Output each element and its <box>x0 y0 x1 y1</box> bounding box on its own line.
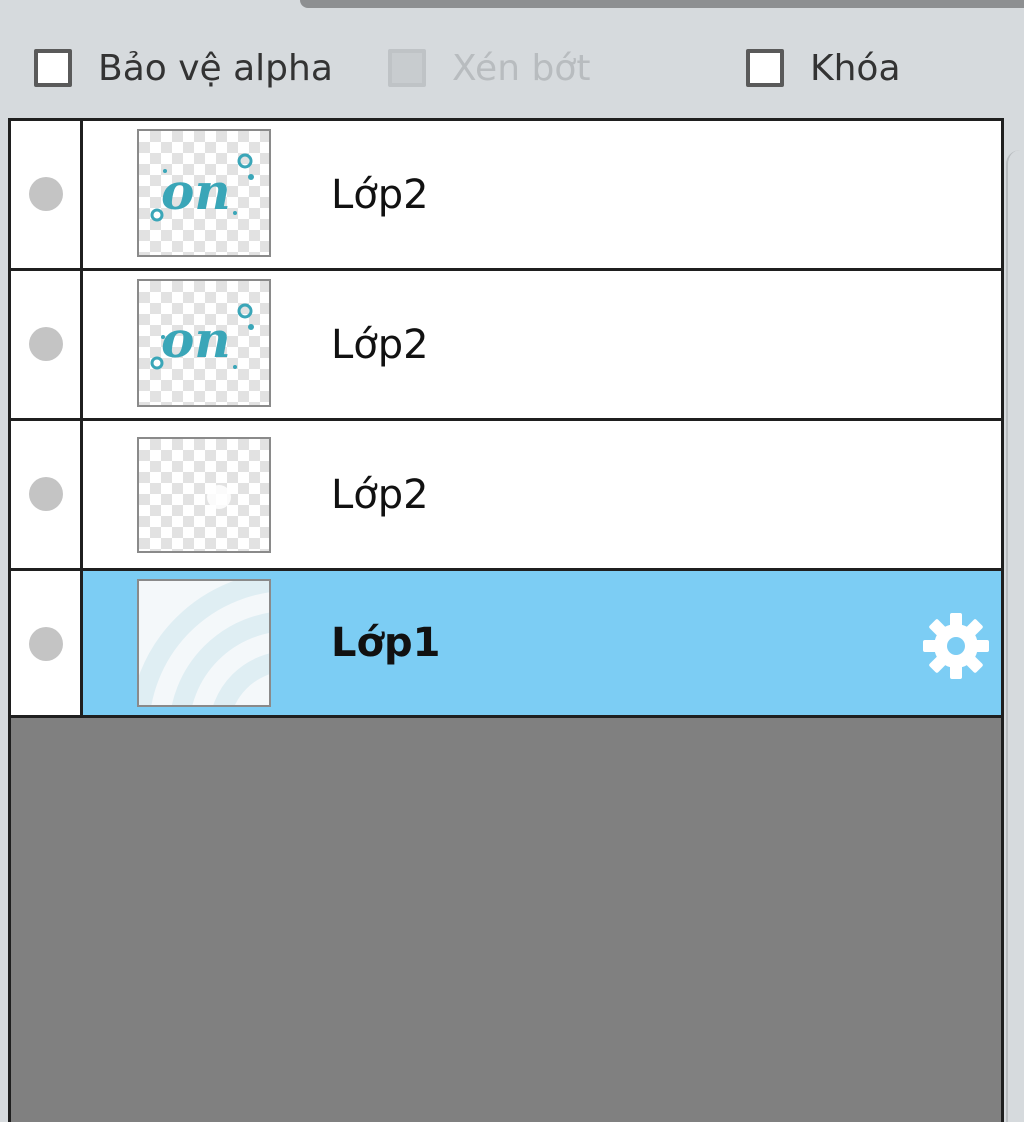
layer-name: Lớp2 <box>331 471 429 518</box>
visibility-dot-icon[interactable] <box>29 177 63 211</box>
text-on-icon: on <box>150 153 254 222</box>
layer-row[interactable]: on Lớp2 <box>11 268 1001 418</box>
visibility-dot-icon[interactable] <box>29 477 63 511</box>
layer-content[interactable]: on Lớp2 <box>83 121 1001 268</box>
layer-name: Lớp2 <box>331 321 429 368</box>
layer-thumbnail: on <box>137 279 271 407</box>
concentric-arcs-icon <box>139 581 269 705</box>
visibility-column <box>11 271 83 418</box>
protect-alpha-checkbox[interactable] <box>34 49 72 87</box>
visibility-column <box>11 121 83 268</box>
layer-content[interactable]: Lớp1 <box>83 571 1001 715</box>
clip-option: Xén bớt <box>388 30 590 106</box>
visibility-dot-icon[interactable] <box>29 627 63 661</box>
svg-text:on: on <box>161 162 231 221</box>
text-on-icon: on <box>150 303 254 370</box>
layer-row[interactable]: Lớp2 <box>11 418 1001 568</box>
scrollbar-track[interactable] <box>1006 150 1024 1122</box>
clip-label: Xén bớt <box>452 47 591 89</box>
layer-options-bar: Bảo vệ alpha Xén bớt Khóa <box>0 30 1024 106</box>
layer-thumbnail <box>137 579 271 707</box>
visibility-dot-icon[interactable] <box>29 327 63 361</box>
visibility-column <box>11 571 83 715</box>
lock-label: Khóa <box>810 47 901 89</box>
layer-list: on Lớp2 on Lớp2 Lớp2 Lớp1 <box>8 118 1004 1122</box>
svg-text:on: on <box>161 310 231 369</box>
visibility-column <box>11 421 83 568</box>
layer-content[interactable]: Lớp2 <box>83 421 1001 568</box>
transparent-thumbnail-icon <box>207 485 231 509</box>
layer-content[interactable]: on Lớp2 <box>83 271 1001 418</box>
protect-alpha-label: Bảo vệ alpha <box>98 47 333 89</box>
lock-option[interactable]: Khóa <box>746 30 901 106</box>
layer-row[interactable]: on Lớp2 <box>11 118 1001 268</box>
layer-row-selected[interactable]: Lớp1 <box>11 568 1001 718</box>
layer-thumbnail <box>137 437 271 553</box>
layer-thumbnail: on <box>137 129 271 257</box>
protect-alpha-option[interactable]: Bảo vệ alpha <box>34 30 333 106</box>
layer-name: Lớp1 <box>331 620 441 666</box>
layer-name: Lớp2 <box>331 171 429 218</box>
top-panel-edge <box>300 0 1024 8</box>
lock-checkbox[interactable] <box>746 49 784 87</box>
gear-icon[interactable] <box>921 611 991 681</box>
clip-checkbox <box>388 49 426 87</box>
